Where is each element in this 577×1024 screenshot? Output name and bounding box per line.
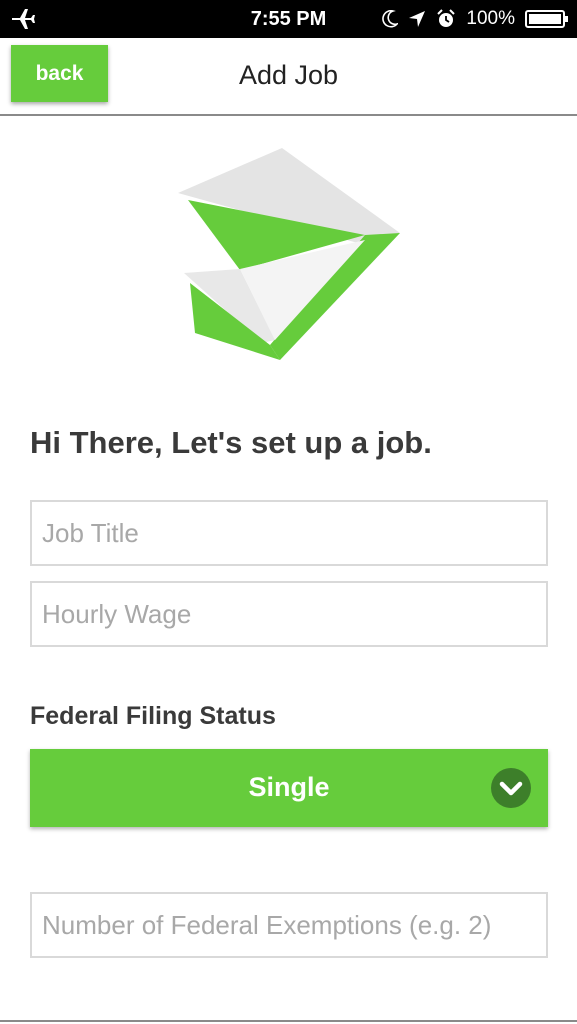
hourly-wage-input[interactable]: [30, 581, 548, 647]
federal-exemptions-input[interactable]: [30, 892, 548, 958]
setup-heading: Hi There, Let's set up a job.: [30, 425, 432, 460]
app-logo: [178, 148, 400, 360]
chevron-down-icon: [491, 768, 531, 808]
status-right-icons: 100%: [382, 7, 568, 31]
status-bar: 7:55 PM 100%: [0, 0, 577, 38]
battery-icon: [525, 10, 568, 28]
alarm-icon: [437, 9, 456, 27]
filing-status-select[interactable]: Single: [30, 749, 548, 827]
add-job-screen: 7:55 PM 100% back Add Job Hi There, Let'…: [0, 0, 577, 1024]
navigation-bar: back Add Job: [0, 38, 577, 116]
battery-percent: 100%: [466, 8, 515, 29]
filing-status-label: Federal Filing Status: [30, 702, 276, 730]
bottom-divider: [0, 1020, 577, 1022]
job-title-input[interactable]: [30, 500, 548, 566]
moon-icon: [382, 10, 399, 28]
filing-status-value: Single: [248, 772, 330, 802]
location-arrow-icon: [409, 11, 426, 27]
page-title: Add Job: [238, 60, 339, 90]
